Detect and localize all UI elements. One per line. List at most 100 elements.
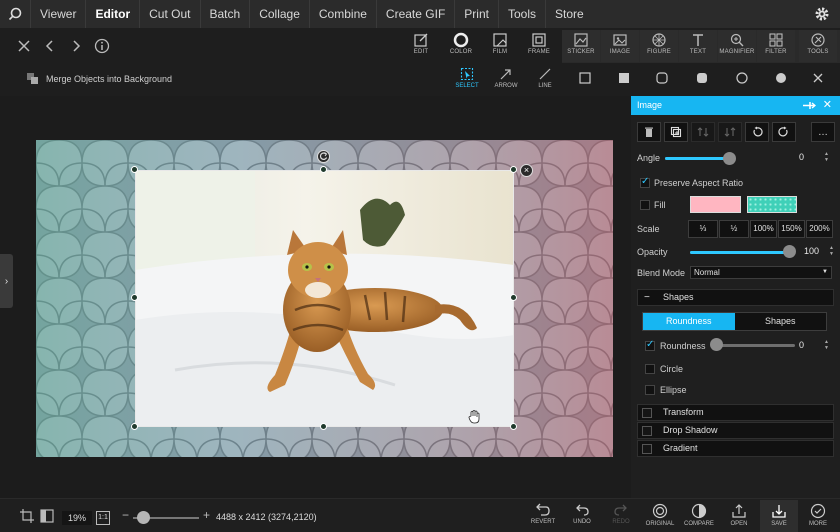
- close-icon[interactable]: [812, 72, 824, 84]
- zoom-out-icon[interactable]: −: [122, 508, 129, 522]
- zoom-level[interactable]: 19%: [62, 511, 92, 525]
- app-logo-icon[interactable]: [0, 0, 30, 28]
- compare-button[interactable]: COMPARE: [680, 500, 718, 532]
- original-button[interactable]: ORIGINAL: [641, 500, 679, 532]
- resize-handle-top-right[interactable]: [510, 166, 517, 173]
- menu-collage[interactable]: Collage: [249, 0, 309, 28]
- gear-icon[interactable]: [814, 6, 830, 22]
- tool-tools-button[interactable]: TOOLS: [799, 30, 837, 62]
- roundness-checkbox[interactable]: [645, 339, 655, 351]
- panel-layout-icon[interactable]: [40, 509, 54, 523]
- resize-handle-bottom[interactable]: [320, 423, 327, 430]
- select-tool-button[interactable]: SELECT: [449, 66, 485, 89]
- section-checkbox[interactable]: [642, 426, 652, 436]
- tool-sticker-button[interactable]: STICKER: [562, 30, 600, 62]
- roundness-spinner-icon[interactable]: ▲ ▼: [824, 339, 829, 351]
- side-panel-toggle[interactable]: ›: [0, 254, 13, 308]
- opacity-input[interactable]: 100 ▲ ▼: [804, 244, 834, 258]
- scale-third-button[interactable]: ⅓: [688, 220, 718, 238]
- opacity-slider-knob[interactable]: [783, 245, 796, 258]
- remove-object-close-icon[interactable]: ×: [520, 164, 533, 177]
- resize-handle-top[interactable]: [320, 166, 327, 173]
- tool-figure-button[interactable]: FIGURE: [640, 30, 678, 62]
- tool-image-button[interactable]: IMAGE: [601, 30, 639, 62]
- resize-handle-right[interactable]: [510, 294, 517, 301]
- more-button[interactable]: MORE: [799, 500, 837, 532]
- rounded-rect-filled-icon[interactable]: [696, 72, 708, 84]
- line-tool-button[interactable]: LINE: [527, 66, 563, 89]
- gradient-section-header[interactable]: Gradient: [637, 440, 834, 457]
- tool-frame-button[interactable]: FRAME: [520, 30, 558, 62]
- shapes-tab[interactable]: Shapes: [734, 313, 826, 330]
- scale-half-button[interactable]: ½: [719, 220, 749, 238]
- zoom-actual-size-button[interactable]: 1:1: [96, 511, 110, 525]
- rectangle-filled-icon[interactable]: [618, 72, 630, 84]
- shapes-section-header[interactable]: − Shapes: [637, 289, 834, 306]
- resize-handle-left[interactable]: [131, 294, 138, 301]
- menu-create-gif[interactable]: Create GIF: [375, 0, 454, 28]
- save-button[interactable]: SAVE: [760, 500, 798, 532]
- angle-slider-knob[interactable]: [723, 152, 736, 165]
- menu-editor[interactable]: Editor: [85, 0, 139, 28]
- cat-photo[interactable]: [135, 170, 514, 427]
- rectangle-outline-icon[interactable]: [579, 72, 591, 84]
- scale-150-button[interactable]: 150%: [778, 220, 805, 238]
- resize-handle-bottom-right[interactable]: [510, 423, 517, 430]
- angle-spinner-icon[interactable]: ▲ ▼: [824, 151, 829, 163]
- zoom-in-icon[interactable]: +: [203, 508, 210, 522]
- revert-button[interactable]: REVERT: [524, 500, 562, 532]
- scale-100-button[interactable]: 100%: [750, 220, 777, 238]
- scale-200-button[interactable]: 200%: [806, 220, 833, 238]
- rotate-right-button[interactable]: [772, 122, 796, 142]
- tool-color-button[interactable]: COLOR: [442, 30, 480, 62]
- ellipse-checkbox[interactable]: [645, 385, 655, 395]
- menu-batch[interactable]: Batch: [199, 0, 250, 28]
- menu-combine[interactable]: Combine: [308, 0, 376, 28]
- tool-magnifier-button[interactable]: MAGNIFIER: [718, 30, 756, 62]
- menu-viewer[interactable]: Viewer: [30, 0, 85, 28]
- angle-input[interactable]: 0 ▲ ▼: [799, 150, 829, 164]
- undo-button[interactable]: UNDO: [563, 500, 601, 532]
- crop-icon[interactable]: [20, 509, 34, 523]
- opacity-spinner-icon[interactable]: ▲ ▼: [829, 245, 834, 257]
- drop-shadow-section-header[interactable]: Drop Shadow: [637, 422, 834, 439]
- delete-button[interactable]: [637, 122, 661, 142]
- open-button[interactable]: OPEN: [720, 500, 758, 532]
- blend-mode-select[interactable]: Normal ▼: [690, 266, 832, 279]
- menu-print[interactable]: Print: [454, 0, 498, 28]
- roundness-slider-track[interactable]: [715, 344, 795, 347]
- chevron-left-icon[interactable]: [40, 36, 60, 56]
- roundness-slider-knob[interactable]: [710, 338, 723, 351]
- fill-checkbox[interactable]: [640, 200, 650, 210]
- section-checkbox[interactable]: [642, 444, 652, 454]
- circle-filled-icon[interactable]: [775, 72, 787, 84]
- merge-objects-button[interactable]: Merge Objects into Background: [46, 74, 172, 84]
- merge-layers-icon[interactable]: [27, 73, 39, 85]
- send-backward-button[interactable]: [718, 122, 742, 142]
- transform-section-header[interactable]: Transform: [637, 404, 834, 421]
- duplicate-button[interactable]: [664, 122, 688, 142]
- tool-film-button[interactable]: FILM: [481, 30, 519, 62]
- close-icon[interactable]: [14, 36, 34, 56]
- section-checkbox[interactable]: [642, 408, 652, 418]
- fill-pattern-swatch[interactable]: [747, 196, 797, 213]
- tool-edit-button[interactable]: EDIT: [402, 30, 440, 62]
- info-icon[interactable]: [92, 36, 112, 56]
- preserve-aspect-checkbox[interactable]: [640, 176, 650, 188]
- circle-outline-icon[interactable]: [736, 72, 748, 84]
- rotate-handle-icon[interactable]: [317, 150, 330, 163]
- menu-cut-out[interactable]: Cut Out: [139, 0, 199, 28]
- rounded-rect-outline-icon[interactable]: [656, 72, 668, 84]
- bring-forward-button[interactable]: [691, 122, 715, 142]
- zoom-slider-knob[interactable]: [137, 511, 150, 524]
- tool-text-button[interactable]: TEXT: [679, 30, 717, 62]
- resize-handle-bottom-left[interactable]: [131, 423, 138, 430]
- menu-store[interactable]: Store: [544, 0, 593, 28]
- fill-color-swatch[interactable]: [690, 196, 741, 213]
- roundness-input[interactable]: 0 ▲ ▼: [799, 338, 829, 352]
- roundness-tab[interactable]: Roundness: [643, 313, 735, 330]
- resize-handle-top-left[interactable]: [131, 166, 138, 173]
- menu-tools[interactable]: Tools: [497, 0, 545, 28]
- more-options-button[interactable]: …: [811, 122, 835, 142]
- tool-filter-button[interactable]: FILTER: [757, 30, 795, 62]
